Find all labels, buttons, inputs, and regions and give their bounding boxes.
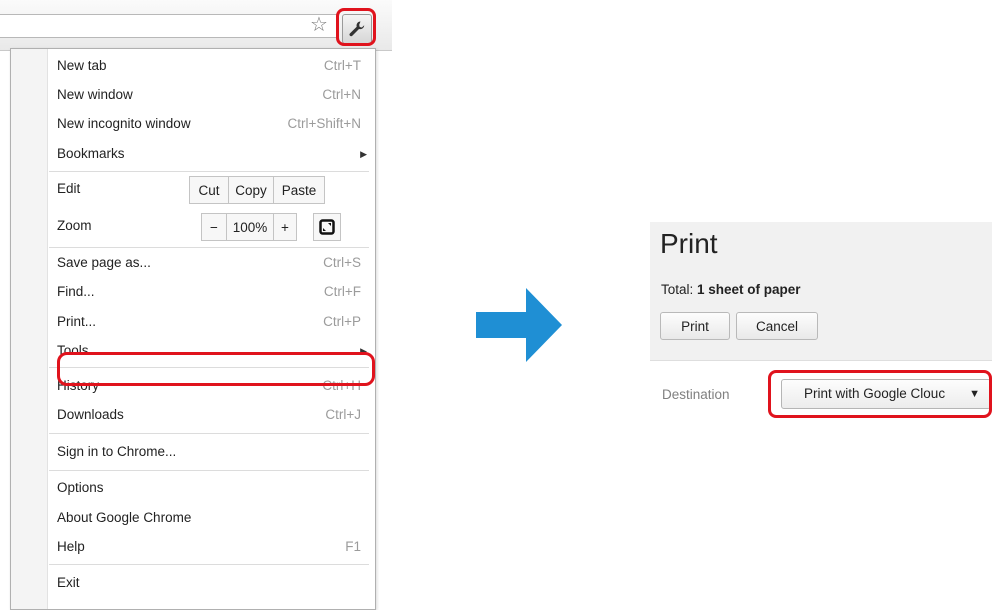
- menu-item-sign-in[interactable]: Sign in to Chrome...: [57, 441, 361, 463]
- menu-item-find[interactable]: Find... Ctrl+F: [57, 281, 361, 303]
- menu-item-new-tab[interactable]: New tab Ctrl+T: [57, 55, 361, 77]
- menu-item-shortcut: Ctrl+Shift+N: [287, 116, 361, 131]
- highlight-box: [336, 8, 376, 46]
- menu-item-bookmarks[interactable]: Bookmarks ▶: [57, 143, 367, 165]
- menu-item-label: Options: [57, 480, 104, 495]
- highlight-box: [57, 352, 375, 386]
- print-header-panel: Print Total: 1 sheet of paper Print Canc…: [650, 222, 992, 361]
- menu-item-label: Find...: [57, 284, 95, 299]
- zoom-button-group: − 100% +: [201, 213, 297, 241]
- cancel-button[interactable]: Cancel: [736, 312, 818, 340]
- menu-item-label: Print...: [57, 314, 97, 329]
- menu-separator: [49, 470, 369, 471]
- fullscreen-icon: [319, 219, 335, 235]
- menu-item-label: Sign in to Chrome...: [57, 444, 177, 459]
- menu-item-shortcut: Ctrl+F: [323, 284, 361, 299]
- paste-button[interactable]: Paste: [274, 177, 324, 203]
- menu-separator: [49, 433, 369, 434]
- menu-gutter: [11, 49, 48, 609]
- menu-item-shortcut: Ctrl+T: [323, 58, 361, 73]
- total-prefix: Total:: [661, 282, 698, 297]
- menu-item-label: New tab: [57, 58, 107, 73]
- bookmark-star-icon[interactable]: ☆: [310, 13, 328, 35]
- menu-item-options[interactable]: Options: [57, 477, 361, 499]
- menu-item-label: New incognito window: [57, 116, 191, 131]
- edit-label: Edit: [57, 181, 81, 196]
- menu-item-exit[interactable]: Exit: [57, 572, 361, 594]
- zoom-level: 100%: [227, 214, 274, 240]
- print-button[interactable]: Print: [660, 312, 730, 340]
- fullscreen-button[interactable]: [313, 213, 341, 241]
- menu-item-shortcut: Ctrl+J: [325, 407, 361, 422]
- menu-item-label: New window: [57, 87, 133, 102]
- menu-item-about-google-chrome[interactable]: About Google Chrome: [57, 507, 361, 529]
- menu-item-new-incognito-window[interactable]: New incognito window Ctrl+Shift+N: [57, 113, 361, 135]
- destination-label: Destination: [662, 387, 730, 402]
- menu-separator: [49, 247, 369, 248]
- zoom-in-button[interactable]: +: [274, 214, 296, 240]
- menu-item-shortcut: F1: [345, 539, 361, 554]
- print-title: Print: [660, 228, 718, 259]
- right-arrow-icon: [476, 288, 562, 362]
- submenu-arrow-icon: ▶: [360, 149, 367, 159]
- menu-item-save-page-as[interactable]: Save page as... Ctrl+S: [57, 252, 361, 274]
- menu-item-label: Bookmarks: [57, 146, 125, 161]
- cut-button[interactable]: Cut: [190, 177, 229, 203]
- menu-item-label: Help: [57, 539, 85, 554]
- menu-item-shortcut: Ctrl+P: [323, 314, 361, 329]
- address-bar[interactable]: [0, 14, 338, 38]
- menu-item-downloads[interactable]: Downloads Ctrl+J: [57, 404, 361, 426]
- menu-item-label: Save page as...: [57, 255, 151, 270]
- menu-item-shortcut: Ctrl+S: [323, 255, 361, 270]
- menu-item-label: Exit: [57, 575, 80, 590]
- menu-item-label: About Google Chrome: [57, 510, 192, 525]
- menu-item-print[interactable]: Print... Ctrl+P: [57, 311, 361, 333]
- print-total: Total: 1 sheet of paper: [661, 282, 801, 297]
- menu-item-help[interactable]: Help F1: [57, 536, 361, 558]
- menu-item-shortcut: Ctrl+N: [322, 87, 361, 102]
- edit-button-group: Cut Copy Paste: [189, 176, 325, 204]
- menu-separator: [49, 564, 369, 565]
- menu-separator: [49, 171, 369, 172]
- menu-item-label: Downloads: [57, 407, 124, 422]
- zoom-label: Zoom: [57, 218, 92, 233]
- zoom-out-button[interactable]: −: [202, 214, 227, 240]
- total-value: 1 sheet of paper: [697, 282, 801, 297]
- chrome-menu: New tab Ctrl+T New window Ctrl+N New inc…: [10, 48, 376, 610]
- browser-toolbar: ☆: [0, 0, 392, 51]
- menu-item-new-window[interactable]: New window Ctrl+N: [57, 84, 361, 106]
- highlight-box: [768, 370, 992, 418]
- copy-button[interactable]: Copy: [229, 177, 274, 203]
